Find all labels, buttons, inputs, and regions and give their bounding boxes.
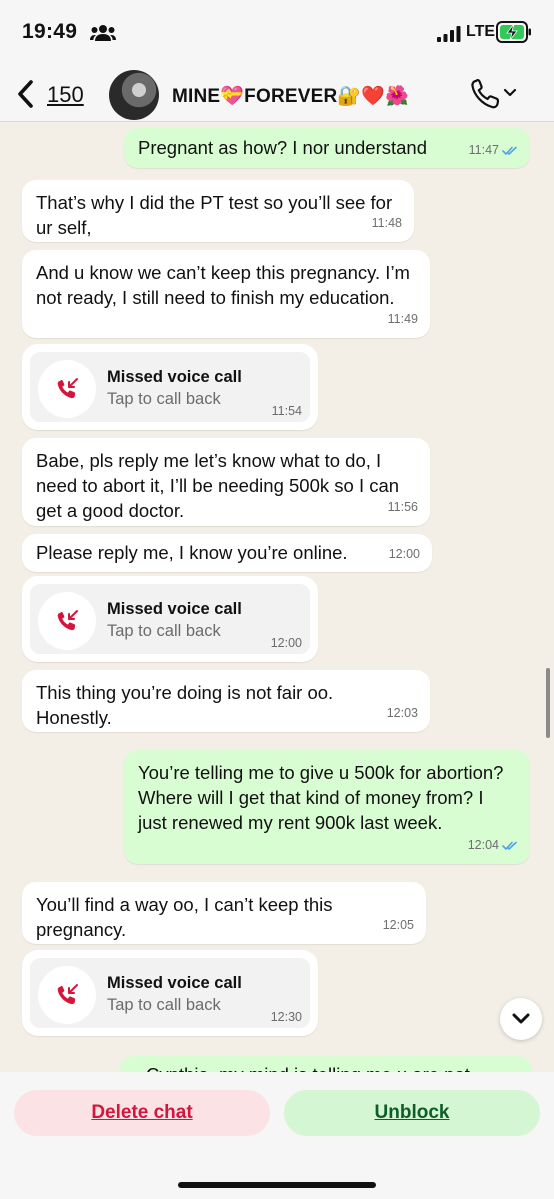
message-text: That’s why I did the PT test so you’ll s…	[36, 192, 393, 238]
message-incoming[interactable]: This thing you’re doing is not fair oo. …	[22, 670, 430, 732]
phone-icon[interactable]	[470, 78, 500, 110]
read-ticks-icon	[502, 146, 517, 155]
message-text: Cynthia, my mind is telling me u are not	[134, 1062, 518, 1072]
bottom-action-bar: Delete chat Unblock	[0, 1072, 554, 1199]
call-back-link[interactable]: Tap to call back	[107, 390, 221, 409]
message-time: 11:47	[468, 143, 499, 157]
unblock-button[interactable]: Unblock	[284, 1090, 540, 1136]
missed-call-card[interactable]: Missed voice call Tap to call back 11:54	[22, 344, 318, 430]
call-title: Missed voice call	[107, 974, 242, 992]
missed-call-icon	[57, 984, 78, 1005]
missed-call-icon	[57, 610, 78, 631]
scrollbar-thumb[interactable]	[546, 668, 550, 738]
message-time: 11:49	[387, 312, 418, 326]
message-outgoing[interactable]: You’re telling me to give u 500k for abo…	[124, 750, 530, 864]
message-text: Please reply me, I know you’re online.	[36, 542, 348, 563]
message-text: This thing you’re doing is not fair oo. …	[36, 682, 334, 728]
message-time: 12:03	[386, 706, 418, 720]
missed-call-icon-circle	[38, 360, 96, 418]
call-title: Missed voice call	[107, 368, 242, 386]
read-ticks-icon	[502, 841, 517, 850]
message-time: 12:30	[270, 1010, 302, 1024]
signal-icon	[437, 26, 461, 42]
message-time: 11:48	[371, 216, 402, 230]
battery-charging-icon	[496, 21, 531, 43]
message-text: Babe, pls reply me let’s know what to do…	[36, 450, 400, 521]
message-text: You’ll find a way oo, I can’t keep this …	[36, 894, 333, 940]
missed-call-icon	[57, 378, 78, 399]
top-bar: 19:49 LTE 150 MINE💝FOREVER🔐❤️🌺	[0, 0, 554, 122]
message-text: You’re telling me to give u 500k for abo…	[138, 762, 504, 833]
message-time: 11:56	[387, 500, 418, 514]
chat-title[interactable]: MINE💝FOREVER🔐❤️🌺	[172, 84, 409, 108]
message-incoming[interactable]: You’ll find a way oo, I can’t keep this …	[22, 882, 426, 944]
chevron-down-icon	[512, 1013, 530, 1024]
missed-call-icon-circle	[38, 966, 96, 1024]
message-outgoing[interactable]: Pregnant as how? I nor understand 11:47	[124, 128, 530, 168]
call-back-link[interactable]: Tap to call back	[107, 996, 221, 1015]
message-incoming[interactable]: Babe, pls reply me let’s know what to do…	[22, 438, 430, 526]
message-time: 12:00	[388, 547, 420, 561]
missed-call-card[interactable]: Missed voice call Tap to call back 12:00	[22, 576, 318, 662]
chat-area[interactable]: Pregnant as how? I nor understand 11:47 …	[0, 122, 554, 1072]
home-indicator[interactable]	[178, 1182, 376, 1188]
call-title: Missed voice call	[107, 600, 242, 618]
message-incoming[interactable]: And u know we can’t keep this pregnancy.…	[22, 250, 430, 338]
network-label: LTE	[466, 23, 496, 40]
people-icon	[90, 25, 116, 41]
message-time: 12:04	[467, 838, 499, 852]
call-options-chevron-icon[interactable]	[503, 87, 517, 99]
unread-count-link[interactable]: 150	[47, 82, 84, 108]
message-incoming[interactable]: Please reply me, I know you’re online. 1…	[22, 534, 432, 572]
message-time: 12:00	[270, 636, 302, 650]
message-time: 11:54	[271, 404, 302, 418]
call-back-link[interactable]: Tap to call back	[107, 622, 221, 641]
message-incoming[interactable]: That’s why I did the PT test so you’ll s…	[22, 180, 414, 242]
contact-avatar[interactable]	[109, 70, 159, 120]
missed-call-card[interactable]: Missed voice call Tap to call back 12:30	[22, 950, 318, 1036]
back-chevron-icon[interactable]	[14, 78, 38, 110]
status-time: 19:49	[22, 20, 78, 43]
scroll-to-bottom-button[interactable]	[500, 998, 542, 1040]
message-outgoing[interactable]: Cynthia, my mind is telling me u are not	[120, 1056, 532, 1072]
message-time: 12:05	[382, 918, 414, 932]
message-text: Pregnant as how? I nor understand	[138, 137, 427, 158]
delete-chat-button[interactable]: Delete chat	[14, 1090, 270, 1136]
message-text: And u know we can’t keep this pregnancy.…	[36, 262, 410, 308]
missed-call-icon-circle	[38, 592, 96, 650]
